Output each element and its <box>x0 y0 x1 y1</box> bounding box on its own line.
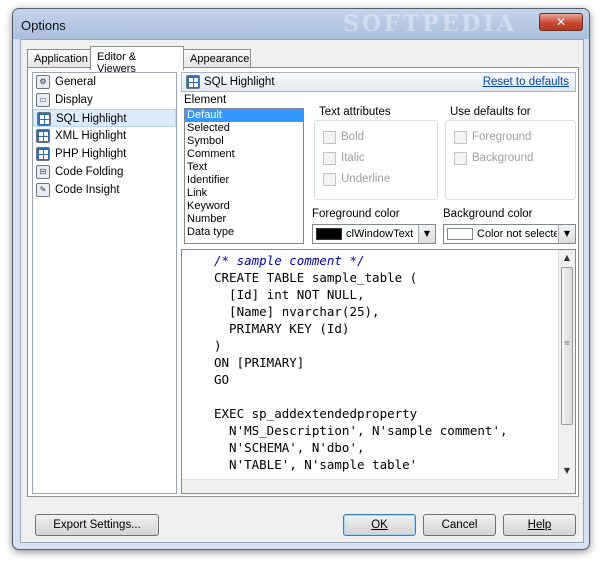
code-line: [Name] nvarchar(25), <box>214 304 380 319</box>
tree-item-general[interactable]: ⚙ General <box>33 73 176 91</box>
code-line: CREATE TABLE sample_table ( <box>214 270 418 285</box>
foreground-default-checkbox[interactable] <box>454 131 467 144</box>
code-insight-icon: ✎ <box>36 183 50 197</box>
tree-item-label: Code Insight <box>55 184 120 196</box>
background-default-label: Background <box>472 152 534 164</box>
tab-panel: ⚙ General ▭ Display SQL Highlight XML Hi… <box>27 67 579 497</box>
code-line: EXEC sp_addextendedproperty <box>214 406 418 421</box>
tab-appearance[interactable]: Appearance <box>183 49 251 69</box>
vertical-scrollbar[interactable]: ▲ ≡ ▼ <box>558 250 575 479</box>
bold-label: Bold <box>341 131 365 143</box>
title-bar[interactable]: Options SOFTPEDIA ✕ <box>13 9 589 39</box>
scroll-thumb[interactable]: ≡ <box>561 267 573 425</box>
foreground-color-value: clWindowText <box>346 228 414 240</box>
grid-icon <box>37 112 51 126</box>
code-preview[interactable]: /* sample comment */ CREATE TABLE sample… <box>181 249 576 494</box>
list-item[interactable]: Identifier <box>185 174 303 187</box>
use-defaults-group: Foreground Background <box>445 120 576 200</box>
foreground-default-label: Foreground <box>472 131 532 143</box>
chevron-down-icon[interactable]: ▼ <box>418 225 435 243</box>
italic-label: Italic <box>341 152 365 164</box>
element-list[interactable]: Default Selected Symbol Comment Text Ide… <box>184 108 304 244</box>
tree-item-code-insight[interactable]: ✎ Code Insight <box>33 181 176 199</box>
text-attributes-label: Text attributes <box>319 106 391 118</box>
code-line: N'MS_Description', N'sample comment', <box>214 423 508 438</box>
grid-icon <box>36 129 50 143</box>
foreground-swatch <box>316 228 342 240</box>
code-line: ) <box>214 338 222 353</box>
background-color-label: Background color <box>443 208 533 220</box>
foreground-color-label: Foreground color <box>312 208 400 220</box>
list-item[interactable]: Data type <box>185 226 303 239</box>
tree-item-label: XML Highlight <box>55 130 127 142</box>
tree-item-display[interactable]: ▭ Display <box>33 91 176 109</box>
settings-pane: SQL Highlight Reset to defaults Element … <box>181 72 576 494</box>
options-tree: ⚙ General ▭ Display SQL Highlight XML Hi… <box>32 72 177 494</box>
underline-label: Underline <box>341 173 391 185</box>
grid-icon <box>36 147 50 161</box>
foreground-color-select[interactable]: clWindowText ▼ <box>312 224 436 244</box>
tree-item-label: PHP Highlight <box>55 148 127 160</box>
tree-item-code-folding[interactable]: ⊟ Code Folding <box>33 163 176 181</box>
code-line: N'TABLE', N'sample table' <box>214 457 418 472</box>
tree-item-label: Code Folding <box>55 166 124 178</box>
underline-checkbox[interactable] <box>323 173 336 186</box>
code-line: /* sample comment */ <box>214 253 365 268</box>
dialog-client: Application Editor & Viewers Appearance … <box>20 39 584 543</box>
horizontal-scrollbar[interactable] <box>182 479 559 493</box>
tree-item-sql-highlight[interactable]: SQL Highlight <box>33 109 176 127</box>
ok-label: OK <box>371 519 388 531</box>
close-button[interactable]: ✕ <box>539 13 583 31</box>
list-item[interactable]: Symbol <box>185 135 303 148</box>
tree-item-label: General <box>55 76 96 88</box>
tree-item-xml-highlight[interactable]: XML Highlight <box>33 127 176 145</box>
export-settings-button[interactable]: Export Settings... <box>35 514 159 536</box>
gear-icon: ⚙ <box>36 75 50 89</box>
scroll-down-icon[interactable]: ▼ <box>559 463 575 479</box>
tree-item-label: SQL Highlight <box>56 113 127 125</box>
list-item[interactable]: Selected <box>185 122 303 135</box>
help-label: Help <box>527 519 552 531</box>
code-line: PRIMARY KEY (Id) <box>214 321 350 336</box>
text-attributes-group: Bold Italic Underline <box>314 120 438 200</box>
ok-button[interactable]: OK <box>343 514 416 536</box>
tab-editor-viewers[interactable]: Editor & Viewers <box>90 46 184 75</box>
cancel-button[interactable]: Cancel <box>423 514 496 536</box>
grid-icon <box>186 75 200 89</box>
tab-application[interactable]: Application <box>27 49 91 69</box>
scroll-corner <box>558 479 575 493</box>
use-defaults-label: Use defaults for <box>450 106 531 118</box>
watermark-logo: SOFTPEDIA <box>343 11 517 37</box>
list-item[interactable]: Keyword <box>185 200 303 213</box>
background-default-checkbox[interactable] <box>454 152 467 165</box>
list-item[interactable]: Text <box>185 161 303 174</box>
code-folding-icon: ⊟ <box>36 165 50 179</box>
list-item[interactable]: Link <box>185 187 303 200</box>
options-window: Options SOFTPEDIA ✕ Application Editor &… <box>12 8 590 550</box>
code-line: ON [PRIMARY] <box>214 355 305 370</box>
tree-item-php-highlight[interactable]: PHP Highlight <box>33 145 176 163</box>
italic-checkbox[interactable] <box>323 152 336 165</box>
code-line: GO <box>214 372 230 387</box>
list-item[interactable]: Default <box>185 109 303 122</box>
background-swatch <box>447 228 473 240</box>
list-item[interactable]: Comment <box>185 148 303 161</box>
scroll-up-icon[interactable]: ▲ <box>559 250 575 266</box>
gutter <box>182 250 212 479</box>
code-line: [Id] int NOT NULL, <box>214 287 365 302</box>
code-line: N'SCHEMA', N'dbo', <box>214 440 365 455</box>
element-label: Element <box>184 94 227 106</box>
tree-item-label: Display <box>55 94 93 106</box>
bold-checkbox[interactable] <box>323 131 336 144</box>
section-title: SQL Highlight <box>204 76 275 88</box>
background-color-select[interactable]: Color not selected ▼ <box>443 224 576 244</box>
list-item[interactable]: Number <box>185 213 303 226</box>
background-color-value: Color not selected <box>477 228 557 240</box>
reset-defaults-link[interactable]: Reset to defaults <box>483 76 569 88</box>
section-header: SQL Highlight Reset to defaults <box>181 72 576 92</box>
display-icon: ▭ <box>36 93 50 107</box>
chevron-down-icon[interactable]: ▼ <box>558 225 575 243</box>
help-button[interactable]: Help <box>503 514 576 536</box>
window-title: Options <box>21 18 66 33</box>
